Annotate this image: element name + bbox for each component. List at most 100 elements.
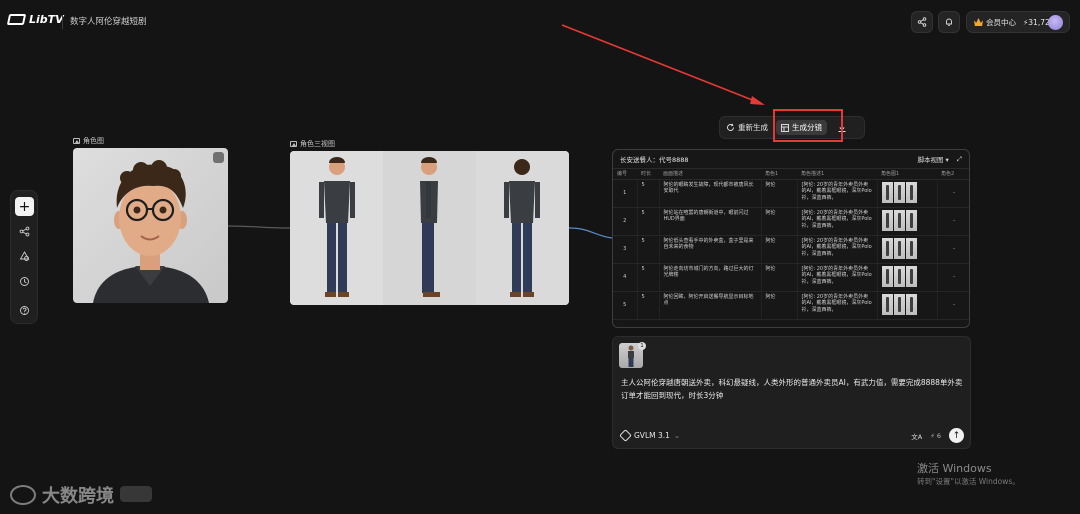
- add-icon: +: [18, 198, 31, 215]
- user-avatar[interactable]: [1048, 15, 1063, 30]
- chevron-down-icon: ⌄: [673, 431, 681, 440]
- prompt-text[interactable]: 主人公阿伦穿越唐朝送外卖，科幻悬疑线，人类外形的普通外卖员AI，有武力值，需要完…: [621, 376, 966, 402]
- script-table-title: 长安送餐人：代号8888: [620, 156, 689, 164]
- history-button[interactable]: [15, 272, 34, 291]
- cell-no: 1: [613, 179, 638, 208]
- cell-description[interactable]: 阿伦的眼睛发生故障，现代都市被唐风长安取代: [659, 179, 762, 208]
- model-name: GVLM 3.1: [634, 431, 670, 440]
- col-header-no: 编号: [613, 169, 637, 180]
- connector-threeview-table: [568, 227, 613, 239]
- annotation-highlight-box: [773, 109, 843, 142]
- cell-duration: 5: [637, 291, 660, 320]
- script-table: 编号 时长 画面描述 角色1 角色描述1 角色图1 角色2 1 5 阿伦的眼睛发…: [613, 169, 969, 320]
- table-row[interactable]: 4 5 阿伦走向坊市城门的方向，路过巨大的灯光牌楼 阿伦 [阿伦: 20岁的青年…: [613, 263, 969, 292]
- col-header-role1: 角色1: [761, 169, 797, 180]
- cell-role-desc[interactable]: [阿伦: 20岁的青年外卖员外卖的AI，戴着黑框眼镜，深灰Polo衫，深蓝西裤，: [797, 235, 878, 264]
- cell-role-image[interactable]: [877, 179, 938, 208]
- connector-portrait-threeview: [227, 225, 291, 229]
- cell-role: 阿伦: [761, 179, 798, 208]
- logo-mark-icon: [6, 14, 27, 25]
- cell-description[interactable]: 阿伦回眸，阿伦开启送餐导航显示目标地点: [659, 291, 762, 320]
- history-icon: [20, 277, 29, 286]
- cell-role-desc[interactable]: [阿伦: 20岁的青年外卖员外卖的AI，戴着黑框眼镜，深灰Polo衫，深蓝西裤，: [797, 207, 878, 236]
- regenerate-button[interactable]: 重新生成: [726, 122, 768, 133]
- cell-no: 2: [613, 207, 638, 236]
- send-button[interactable]: ↑: [949, 428, 964, 443]
- cost-indicator: ⚡ 6: [930, 431, 941, 440]
- arrow-up-icon: ↑: [952, 430, 961, 441]
- cell-role-desc[interactable]: [阿伦: 20岁的青年外卖员外卖的AI，戴着黑框眼镜，深灰Polo衫，深蓝西裤，: [797, 263, 878, 292]
- cell-no: 5: [613, 291, 638, 320]
- threeview-node-label: 角色三视图: [290, 139, 335, 149]
- model-icon: [619, 429, 632, 442]
- threeview-label-text: 角色三视图: [300, 140, 335, 148]
- assets-icon: [19, 251, 30, 261]
- bell-icon: [946, 18, 952, 26]
- cell-no: 4: [613, 263, 638, 292]
- cell-role-desc[interactable]: [阿伦: 20岁的青年外卖员外卖的AI，戴着黑框眼镜，深灰Polo衫，深蓝西裤，: [797, 291, 878, 320]
- workflow-icon: [19, 226, 30, 237]
- member-center-button[interactable]: 会员中心 ⚡31,728: [966, 11, 1070, 33]
- col-header-role-desc1: 角色描述1: [797, 169, 877, 180]
- character-threeview-image[interactable]: [290, 151, 569, 305]
- col-header-duration: 时长: [637, 169, 659, 180]
- col-header-role-image1: 角色图1: [877, 169, 937, 180]
- download-image-button[interactable]: [213, 152, 224, 163]
- cell-description[interactable]: 阿伦站在喧嚣的唐朝街道中，眼前闪过HUD界面: [659, 207, 762, 236]
- portrait-label-text: 角色图: [83, 137, 104, 145]
- cell-role2: -: [937, 291, 969, 320]
- annotation-arrow-line: [561, 24, 761, 104]
- model-select[interactable]: GVLM 3.1 ⌄: [619, 429, 681, 442]
- help-button[interactable]: [15, 301, 34, 320]
- prompt-node[interactable]: 1 主人公阿伦穿越唐朝送外卖，科幻悬疑线，人类外形的普通外卖员AI，有武力值，需…: [612, 336, 971, 449]
- cell-role: 阿伦: [761, 263, 798, 292]
- col-header-role2: 角色2: [937, 169, 969, 180]
- workflow-button[interactable]: [15, 222, 34, 241]
- image-icon: [290, 141, 297, 147]
- view-mode-select[interactable]: 脚本视图 ▾: [917, 154, 948, 164]
- table-row[interactable]: 1 5 阿伦的眼睛发生故障，现代都市被唐风长安取代 阿伦 [阿伦: 20岁的青年…: [613, 179, 969, 208]
- cell-duration: 5: [637, 263, 660, 292]
- cell-role-desc[interactable]: [阿伦: 20岁的青年外卖员外卖的AI，戴着黑框眼镜，深灰Polo衫，深蓝西裤，: [797, 179, 878, 208]
- character-portrait-image[interactable]: [73, 148, 228, 303]
- cell-role2: -: [937, 207, 969, 236]
- regenerate-label: 重新生成: [738, 123, 768, 132]
- brand-watermark-text: 大数跨境: [42, 486, 114, 507]
- assets-button[interactable]: [15, 247, 34, 266]
- app-logo[interactable]: LibTV: [6, 13, 64, 26]
- share-icon: [917, 17, 927, 27]
- cell-no: 3: [613, 235, 638, 264]
- cell-duration: 5: [637, 207, 660, 236]
- table-row[interactable]: 3 5 阿伦低头查看手中的外卖盒，盒子里是来自未来的食物 阿伦 [阿伦: 20岁…: [613, 235, 969, 264]
- cell-role-image[interactable]: [877, 207, 938, 236]
- share-button[interactable]: [911, 11, 933, 33]
- cell-role-image[interactable]: [877, 263, 938, 292]
- image-icon: [73, 138, 80, 144]
- add-node-button[interactable]: +: [15, 197, 34, 216]
- refresh-icon: [727, 123, 734, 131]
- script-table-node[interactable]: 长安送餐人：代号8888 脚本视图 ▾ ⤢ 编号 时长 画面描述 角色1 角色描…: [612, 149, 970, 328]
- brand-logo-icon: [10, 485, 36, 505]
- cell-role2: -: [937, 235, 969, 264]
- script-table-header: 长安送餐人：代号8888 脚本视图 ▾ ⤢: [613, 150, 969, 169]
- portrait-illustration: [93, 160, 209, 303]
- cell-role: 阿伦: [761, 235, 798, 264]
- table-row[interactable]: 5 5 阿伦回眸，阿伦开启送餐导航显示目标地点 阿伦 [阿伦: 20岁的青年外卖…: [613, 291, 969, 320]
- cell-description[interactable]: 阿伦走向坊市城门的方向，路过巨大的灯光牌楼: [659, 263, 762, 292]
- left-toolbar: +: [10, 190, 38, 324]
- cell-role-image[interactable]: [877, 291, 938, 320]
- brand-watermark: 大数跨境: [10, 482, 114, 508]
- table-header-row: 编号 时长 画面描述 角色1 角色描述1 角色图1 角色2: [613, 169, 969, 180]
- header-divider: [62, 15, 63, 29]
- cell-role-image[interactable]: [877, 235, 938, 264]
- project-title[interactable]: 数字人阿伦穿越短剧: [70, 15, 147, 27]
- help-icon: [20, 306, 29, 315]
- translate-icon[interactable]: 文A: [911, 431, 922, 441]
- expand-icon[interactable]: ⤢: [957, 155, 962, 164]
- notification-button[interactable]: [938, 11, 960, 33]
- cell-role2: -: [937, 263, 969, 292]
- table-row[interactable]: 2 5 阿伦站在喧嚣的唐朝街道中，眼前闪过HUD界面 阿伦 [阿伦: 20岁的青…: [613, 207, 969, 236]
- cell-role: 阿伦: [761, 291, 798, 320]
- member-center-label: 会员中心: [986, 17, 1016, 27]
- cell-description[interactable]: 阿伦低头查看手中的外卖盒，盒子里是来自未来的食物: [659, 235, 762, 264]
